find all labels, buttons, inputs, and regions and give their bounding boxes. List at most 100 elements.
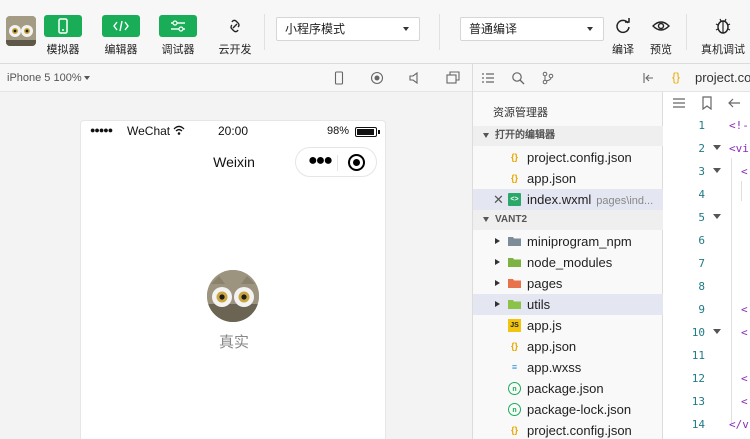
line-number: 13: [691, 395, 705, 408]
code-editor: {} project.config.json 1 2 3 4 5 6 7 8 9…: [663, 64, 750, 439]
bug-icon: [704, 15, 742, 37]
preview-label: 预览: [650, 44, 672, 56]
indent-guide: [731, 158, 732, 424]
code-line: <: [741, 165, 748, 178]
carrier-name: WeChat: [127, 124, 171, 138]
toolbar-divider: [439, 14, 440, 50]
capsule-menu: ●●●: [295, 147, 377, 177]
code-icon: [102, 15, 140, 37]
cloud-dev-button[interactable]: 云开发: [212, 15, 258, 57]
file-name: pages: [527, 276, 563, 291]
folder-item[interactable]: node_modules: [473, 252, 664, 273]
mode-select-value: 小程序模式: [285, 22, 346, 36]
chevron-down-icon: [587, 27, 593, 31]
code-line: <vi: [729, 142, 749, 155]
line-number: 10: [691, 326, 705, 339]
battery-icon: [355, 127, 380, 137]
project-section[interactable]: VANT2: [473, 210, 664, 230]
file-item[interactable]: ≡ app.wxss: [473, 357, 664, 378]
list-icon[interactable]: [481, 71, 495, 85]
fold-toggle-icon[interactable]: [713, 168, 721, 173]
open-editors-section[interactable]: 打开的编辑器: [473, 126, 664, 146]
user-nickname: 真实: [218, 334, 249, 351]
preview-button[interactable]: 预览: [638, 15, 684, 57]
source-control-icon[interactable]: [541, 71, 555, 85]
file-name: app.wxss: [527, 360, 582, 375]
open-editor-item[interactable]: {} app.json: [473, 168, 664, 189]
folder-item[interactable]: miniprogram_npm: [473, 231, 664, 252]
line-number: 3: [698, 165, 705, 178]
debugger-button[interactable]: 调试器: [155, 15, 201, 57]
remote-debug-label: 真机调试: [701, 44, 745, 56]
user-avatar: [207, 270, 259, 322]
indent-guide: [741, 181, 742, 201]
json-file-icon: {}: [672, 70, 681, 84]
device-select[interactable]: iPhone 5 100%: [7, 72, 90, 84]
debugger-label: 调试器: [161, 44, 195, 56]
folder-item[interactable]: utils: [473, 294, 664, 315]
back-arrow-icon[interactable]: [727, 96, 741, 113]
compile-select-value: 普通编译: [469, 22, 518, 36]
simulator-toolbar: iPhone 5 100%: [0, 64, 472, 92]
simulator-area: ●●●●● WeChat 20:00 98% Weixin ●●● 真实: [0, 92, 472, 439]
search-icon[interactable]: [511, 71, 525, 85]
chevron-down-icon: [83, 76, 90, 81]
battery-percent: 98%: [327, 125, 350, 137]
json-file-icon: {}: [510, 425, 518, 435]
simulator-label: 模拟器: [46, 44, 80, 56]
compile-mode-select[interactable]: 普通编译: [460, 17, 604, 41]
editor-button[interactable]: 编辑器: [98, 15, 144, 57]
phone-screen: ●●●●● WeChat 20:00 98% Weixin ●●● 真实: [80, 120, 386, 439]
chevron-right-icon: [495, 259, 500, 265]
account-avatar[interactable]: [6, 16, 36, 46]
code-line: <: [741, 303, 748, 316]
file-item[interactable]: n package-lock.json: [473, 399, 664, 420]
line-number: 9: [698, 303, 705, 316]
detach-window-icon[interactable]: [446, 71, 460, 85]
file-item[interactable]: {} project.config.json: [473, 420, 664, 439]
remote-debug-button[interactable]: 真机调试: [698, 15, 748, 57]
collapse-panel-icon[interactable]: [641, 71, 655, 85]
simulator-button[interactable]: 模拟器: [40, 15, 86, 57]
line-number: 12: [691, 372, 705, 385]
close-miniprogram-icon[interactable]: [348, 154, 365, 171]
line-number: 7: [698, 257, 705, 270]
chevron-right-icon: [495, 280, 500, 286]
file-name: app.json: [527, 171, 577, 186]
bookmark-icon[interactable]: [700, 96, 714, 113]
file-name: app.js: [527, 318, 562, 333]
close-icon[interactable]: ✕: [493, 189, 504, 210]
code-line: <: [741, 326, 748, 339]
folder-icon: [508, 298, 521, 311]
toolbar-divider: [686, 14, 687, 50]
file-item[interactable]: {} app.json: [473, 336, 664, 357]
file-item[interactable]: JS app.js: [473, 315, 664, 336]
volume-icon[interactable]: [408, 71, 422, 85]
wifi-icon: [173, 124, 185, 139]
js-file-icon: JS: [508, 319, 521, 332]
cloud-dev-label: 云开发: [218, 44, 252, 56]
fold-toggle-icon[interactable]: [713, 214, 721, 219]
record-icon[interactable]: [370, 71, 384, 85]
file-item[interactable]: n package.json: [473, 378, 664, 399]
fold-toggle-icon[interactable]: [713, 329, 721, 334]
open-editor-item[interactable]: {} project.config.json: [473, 147, 664, 168]
line-number: 8: [698, 280, 705, 293]
fold-toggle-icon[interactable]: [713, 145, 721, 150]
mode-select[interactable]: 小程序模式: [276, 17, 420, 41]
editor-tab[interactable]: {} project.config.json: [663, 64, 750, 92]
wxss-file-icon: ≡: [511, 362, 518, 372]
folder-item[interactable]: pages: [473, 273, 664, 294]
json-file-icon: {}: [510, 152, 518, 162]
file-path: pages\ind...: [596, 195, 654, 207]
more-icon[interactable]: ●●●: [308, 153, 333, 169]
line-number: 14: [691, 418, 705, 431]
open-editor-item[interactable]: ✕ <> index.wxml pages\ind...: [473, 189, 664, 210]
chevron-down-icon: [483, 216, 489, 222]
list-icon[interactable]: [672, 96, 686, 113]
package-file-icon: n: [508, 403, 521, 416]
main-toolbar: 模拟器 编辑器 调试器 云开发 小程序模式 普通编译 编译 预览 真机调试: [0, 0, 750, 64]
code-line: <: [741, 395, 748, 408]
phone-outline-icon[interactable]: [332, 71, 346, 85]
file-explorer-panel: 资源管理器 打开的编辑器 {} project.config.json {} a…: [472, 64, 664, 439]
